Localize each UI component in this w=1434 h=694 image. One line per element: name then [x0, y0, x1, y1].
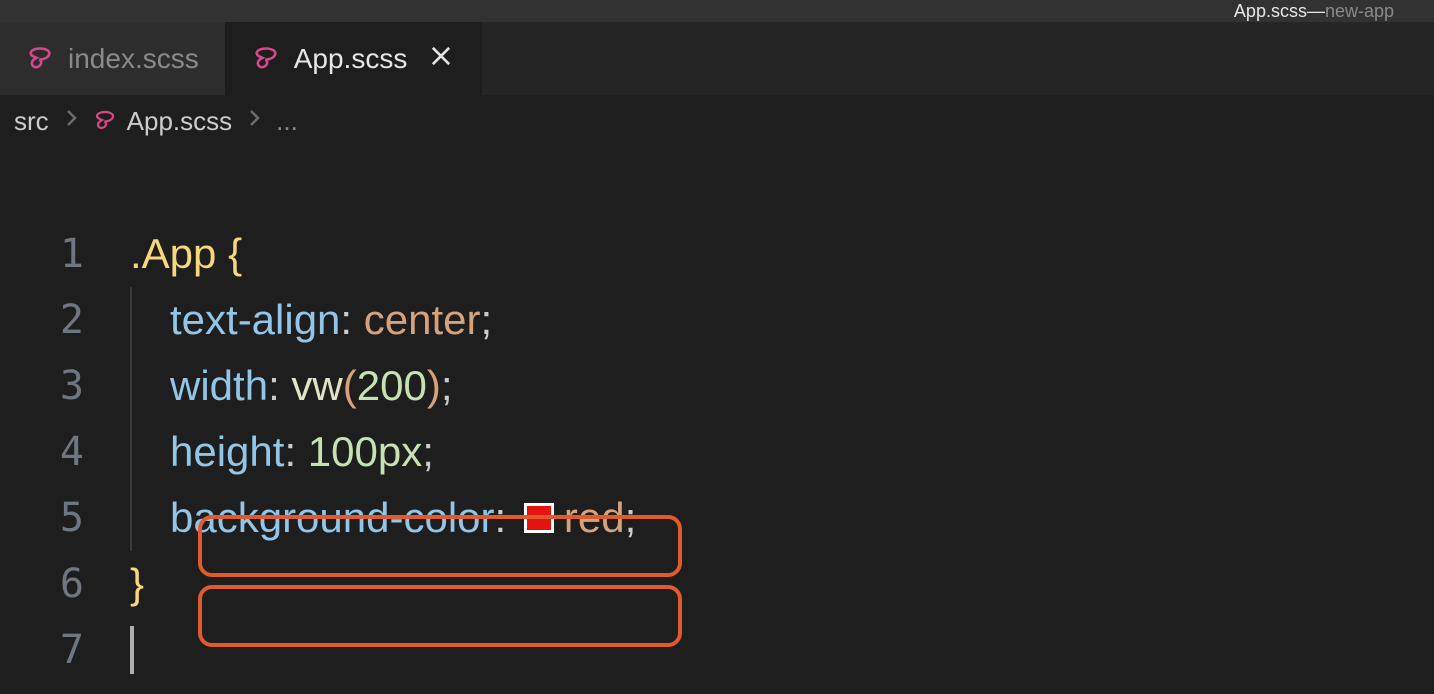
- line-number: 1: [0, 231, 130, 277]
- close-icon[interactable]: [427, 42, 455, 75]
- line-number: 7: [0, 627, 130, 673]
- line-number: 5: [0, 495, 130, 541]
- line-number: 4: [0, 429, 130, 475]
- code-line: 2 text-align: center;: [0, 287, 1434, 353]
- line-number: 2: [0, 297, 130, 343]
- title-sep: —: [1307, 1, 1325, 22]
- value: red: [564, 494, 625, 542]
- property: background-color: [170, 494, 495, 542]
- breadcrumb[interactable]: src App.scss ...: [0, 95, 1434, 147]
- breadcrumb-root[interactable]: src: [14, 106, 49, 137]
- number: 200: [357, 362, 427, 410]
- scss-icon: [26, 45, 54, 73]
- number: 100: [308, 428, 378, 476]
- indent-guide: [130, 419, 132, 485]
- breadcrumb-symbol[interactable]: ...: [276, 106, 298, 137]
- code-line: 7: [0, 617, 1434, 683]
- code-line: 6 }: [0, 551, 1434, 617]
- title-bar: App.scss — new-app: [0, 0, 1434, 22]
- tab-label: index.scss: [68, 43, 199, 75]
- scss-icon: [93, 109, 117, 133]
- property: width: [170, 362, 268, 410]
- code-line: 4 height: 100px;: [0, 419, 1434, 485]
- color-swatch-icon[interactable]: [524, 503, 554, 533]
- line-number: 6: [0, 561, 130, 607]
- tab-label: App.scss: [294, 43, 408, 75]
- property: height: [170, 428, 284, 476]
- code-line: 5 background-color: red;: [0, 485, 1434, 551]
- title-project: new-app: [1325, 1, 1394, 22]
- function: vw: [291, 362, 342, 410]
- code-editor[interactable]: 1 .App { 2 text-align: center; 3 width: …: [0, 147, 1434, 683]
- tab-app-scss[interactable]: App.scss: [226, 22, 483, 95]
- selector: .App: [130, 230, 216, 278]
- value: center: [364, 296, 481, 344]
- code-line: 1 .App {: [0, 221, 1434, 287]
- scss-icon: [252, 45, 280, 73]
- breadcrumb-file[interactable]: App.scss: [127, 106, 233, 137]
- indent-guide: [130, 353, 132, 419]
- property: text-align: [170, 296, 340, 344]
- chevron-right-icon: [242, 106, 266, 137]
- indent-guide: [130, 485, 132, 551]
- unit: px: [378, 428, 422, 476]
- title-file: App.scss: [1234, 1, 1307, 22]
- chevron-right-icon: [59, 106, 83, 137]
- code-line: 3 width: vw(200);: [0, 353, 1434, 419]
- line-number: 3: [0, 363, 130, 409]
- tab-index-scss[interactable]: index.scss: [0, 22, 226, 95]
- text-cursor: [130, 626, 134, 674]
- indent-guide: [130, 287, 132, 353]
- tab-bar: index.scss App.scss: [0, 22, 1434, 95]
